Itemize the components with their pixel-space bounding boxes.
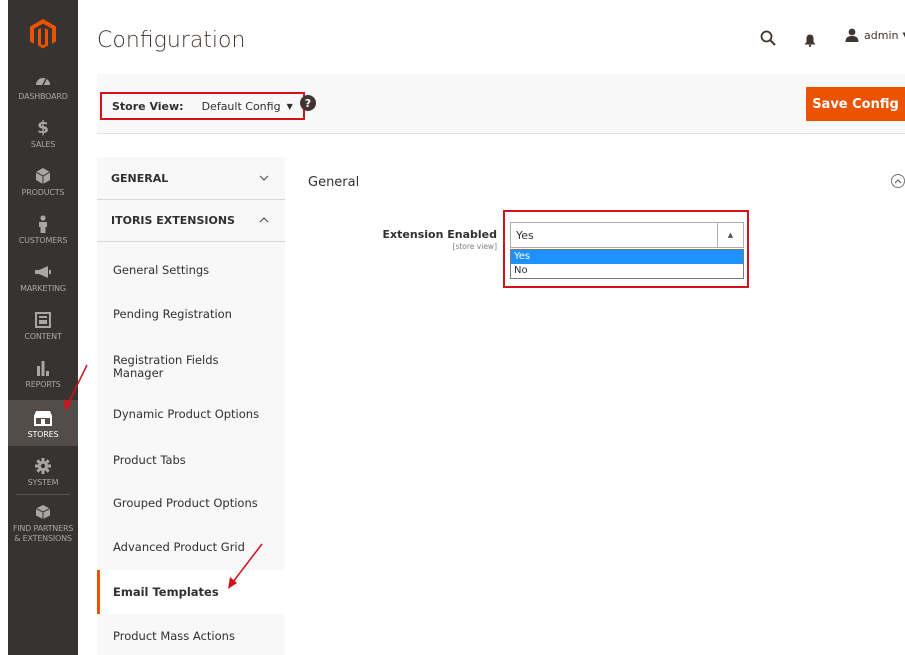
magento-logo[interactable] [8, 14, 78, 54]
option-yes[interactable]: Yes [511, 250, 743, 264]
sidebar-item-marketing[interactable]: MARKETING [8, 262, 78, 306]
select-value: Yes [516, 229, 534, 242]
config-item-general-settings[interactable]: General Settings [97, 250, 285, 290]
sidebar-item-sales[interactable]: $ SALES [8, 118, 78, 162]
config-item-pending-registration[interactable]: Pending Registration [97, 294, 285, 334]
dollar-icon: $ [37, 118, 49, 138]
sidebar-item-products[interactable]: PRODUCTS [8, 166, 78, 210]
search-button[interactable] [760, 30, 776, 50]
sidebar-item-label: SALES [30, 140, 56, 149]
user-icon [845, 28, 859, 42]
help-icon[interactable]: ? [300, 95, 316, 111]
bar-chart-icon [32, 358, 54, 378]
sidebar-item-label: SYSTEM [27, 478, 59, 487]
config-item-registration-fields-manager[interactable]: Registration Fields Manager [97, 347, 227, 387]
sidebar-item-label: PRODUCTS [21, 188, 65, 197]
extension-enabled-label: Extension Enabled [382, 228, 497, 241]
chevron-down-icon [259, 173, 269, 184]
store-icon [32, 408, 54, 428]
store-view-label: Store View: [112, 99, 184, 113]
page-actions-toolbar: Store View: Default Config ▼ ? Save Conf… [97, 74, 905, 134]
save-config-button[interactable]: Save Config [806, 87, 905, 121]
sidebar-item-system[interactable]: SYSTEM [8, 456, 78, 496]
box-icon [32, 502, 54, 522]
dashboard-icon [32, 70, 54, 90]
config-item-dynamic-product-options[interactable]: Dynamic Product Options [97, 394, 285, 434]
cube-icon [32, 166, 54, 186]
bell-icon [804, 34, 816, 47]
search-icon [760, 30, 776, 46]
chevron-up-icon [259, 215, 269, 226]
notifications-button[interactable] [804, 32, 816, 51]
store-view-value: Default Config [201, 99, 281, 113]
sidebar-item-label: REPORTS [25, 380, 61, 389]
extension-enabled-select[interactable]: Yes ▲ [510, 222, 744, 248]
admin-sidebar: DASHBOARD $ SALES PRODUCTS CUSTOMERS MAR… [8, 0, 78, 655]
person-icon [32, 214, 54, 234]
admin-user-menu[interactable]: admin ▼ [845, 28, 905, 42]
config-item-product-tabs[interactable]: Product Tabs [97, 440, 285, 480]
magento-logo-icon [30, 19, 56, 49]
config-item-advanced-product-grid[interactable]: Advanced Product Grid [97, 527, 285, 567]
sidebar-item-label: STORES [27, 430, 59, 439]
field-label: Extension Enabled [store view] [380, 228, 497, 251]
config-item-product-mass-actions[interactable]: Product Mass Actions [97, 616, 285, 655]
gear-icon [32, 456, 54, 476]
sidebar-item-label: MARKETING [20, 284, 66, 293]
config-item-grouped-product-options[interactable]: Grouped Product Options [97, 483, 285, 523]
sidebar-item-label: DASHBOARD [18, 92, 68, 101]
select-options-list: Yes No [510, 249, 744, 279]
sidebar-item-stores[interactable]: STORES [8, 400, 78, 446]
config-section-general[interactable]: GENERAL [97, 157, 285, 199]
user-name: admin [864, 28, 899, 42]
config-section-label: GENERAL [111, 171, 169, 185]
config-item-email-templates[interactable]: Email Templates [97, 570, 285, 614]
sidebar-item-find-partners[interactable]: FIND PARTNERS & EXTENSIONS [8, 502, 78, 550]
sidebar-item-dashboard[interactable]: DASHBOARD [8, 70, 78, 114]
chevron-down-icon: ▼ [286, 101, 293, 111]
config-section-itoris-extensions[interactable]: ITORIS EXTENSIONS [97, 199, 285, 241]
scope-label: [store view] [452, 242, 497, 251]
sidebar-item-content[interactable]: CONTENT [8, 310, 78, 354]
megaphone-icon [32, 262, 54, 282]
sidebar-item-customers[interactable]: CUSTOMERS [8, 214, 78, 258]
collapse-icon[interactable] [891, 174, 905, 188]
sidebar-divider [16, 494, 70, 495]
sidebar-item-label: FIND PARTNERS & EXTENSIONS [12, 524, 74, 543]
store-view-switcher[interactable]: Store View: Default Config ▼ [100, 92, 305, 120]
highlight-box: Yes ▲ Yes No [503, 210, 749, 288]
option-no[interactable]: No [511, 264, 743, 278]
layout-icon [32, 310, 54, 330]
config-tabs-panel: GENERAL ITORIS EXTENSIONS General Settin… [97, 157, 285, 655]
page-title: Configuration [97, 28, 246, 53]
config-section-label: ITORIS EXTENSIONS [111, 214, 235, 227]
sidebar-item-label: CUSTOMERS [18, 236, 68, 245]
sidebar-item-reports[interactable]: REPORTS [8, 358, 78, 402]
config-divider [97, 241, 285, 242]
sidebar-item-label: CONTENT [24, 332, 62, 341]
config-group-title[interactable]: General [308, 175, 359, 190]
chevron-up-icon: ▲ [717, 223, 743, 247]
